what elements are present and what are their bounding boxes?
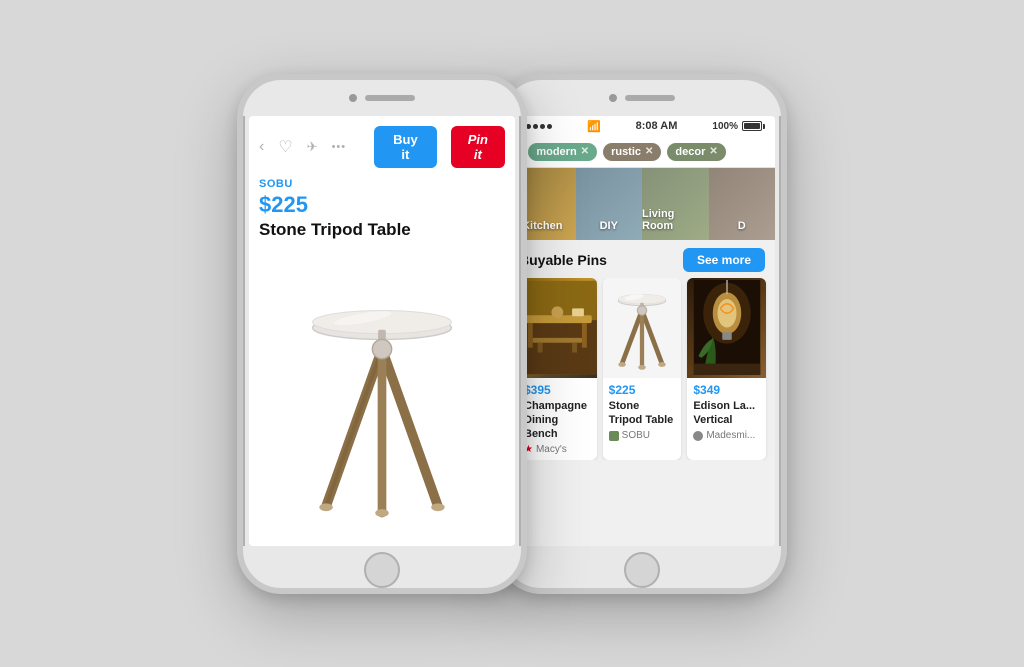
pin-name-3: Edison La... Vertical: [693, 399, 760, 428]
edison-svg: [692, 280, 762, 375]
search-row: ‹ modern ✕ rustic ✕ decor ✕: [509, 137, 775, 168]
pin-price-1: $395: [524, 383, 591, 397]
product-name: Stone Tripod Table: [259, 220, 505, 240]
living-label: Living Room: [642, 208, 709, 232]
left-screen: ‹ ♡ ✈ ••• Buy it Pin it SOBU $225 Stone …: [249, 116, 515, 546]
see-more-button[interactable]: See more: [683, 248, 765, 272]
tag-modern-remove[interactable]: ✕: [581, 146, 589, 157]
pin-image-1: [518, 278, 597, 378]
tag-modern-label: modern: [536, 146, 576, 158]
product-brand: SOBU: [259, 178, 505, 190]
pin-card-2[interactable]: $225 Stone Tripod Table SOBU: [603, 278, 682, 461]
tag-rustic[interactable]: rustic ✕: [603, 143, 661, 161]
pin-info-2: $225 Stone Tripod Table SOBU: [603, 378, 682, 447]
right-screen: 📶 8:08 AM 100% ‹: [509, 116, 775, 546]
right-speaker: [625, 95, 675, 101]
signal-dot-5: [547, 124, 552, 129]
pin-card-3[interactable]: $349 Edison La... Vertical Madesmi...: [687, 278, 766, 461]
diy-label: DIY: [600, 220, 618, 232]
category-more[interactable]: D: [709, 168, 776, 240]
tag-decor[interactable]: decor ✕: [667, 143, 725, 161]
right-phone-top-bar: [503, 80, 781, 116]
buy-button[interactable]: Buy it: [374, 126, 437, 168]
pin-store-label-2: SOBU: [622, 430, 650, 441]
more-label: D: [738, 220, 746, 232]
pin-store-3: Madesmi...: [693, 430, 760, 441]
pin-store-label-1: Macy's: [536, 444, 567, 455]
speaker: [365, 95, 415, 101]
status-bar: 📶 8:08 AM 100%: [509, 116, 775, 137]
pin-info-1: $395 Champagne Dining Bench ★ Macy's: [518, 378, 597, 461]
status-time: 8:08 AM: [636, 120, 678, 132]
heart-icon[interactable]: ♡: [278, 137, 292, 157]
product-price: $225: [259, 192, 505, 218]
dining-bench-svg: [518, 280, 597, 375]
tripod-small-svg: [607, 280, 677, 375]
pin-image-2: [603, 278, 682, 378]
pin-price-3: $349: [693, 383, 760, 397]
category-living-room[interactable]: Living Room: [642, 168, 709, 240]
category-diy[interactable]: DIY: [576, 168, 643, 240]
camera: [349, 94, 357, 102]
signal-dot-3: [533, 124, 538, 129]
battery-tip: [763, 124, 765, 129]
tag-rustic-label: rustic: [611, 146, 641, 158]
pins-grid: $395 Champagne Dining Bench ★ Macy's: [509, 278, 775, 461]
right-camera: [609, 94, 617, 102]
tag-decor-label: decor: [675, 146, 705, 158]
battery-bar: [742, 121, 762, 131]
tag-decor-remove[interactable]: ✕: [709, 146, 717, 157]
right-power[interactable]: [784, 195, 787, 231]
kitchen-label: Kitchen: [522, 220, 562, 232]
tag-rustic-remove[interactable]: ✕: [645, 146, 653, 157]
wifi-icon: 📶: [587, 120, 601, 133]
more-icon[interactable]: •••: [332, 141, 347, 153]
home-button[interactable]: [364, 552, 400, 588]
share-icon[interactable]: ✈: [307, 139, 318, 155]
pin-store-1: ★ Macy's: [524, 444, 591, 455]
pin-name-1: Champagne Dining Bench: [524, 399, 591, 442]
right-screen-content: 📶 8:08 AM 100% ‹: [509, 116, 775, 546]
categories-row: Kitchen DIY Living Room D: [509, 168, 775, 240]
back-icon[interactable]: ‹: [259, 138, 264, 156]
battery-pct: 100%: [712, 121, 738, 132]
pin-price-2: $225: [609, 383, 676, 397]
tag-modern[interactable]: modern ✕: [528, 143, 597, 161]
buyable-pins-title: Buyable Pins: [519, 252, 607, 268]
vol-down-button[interactable]: [237, 215, 240, 241]
right-home-button[interactable]: [624, 552, 660, 588]
left-phone: ‹ ♡ ✈ ••• Buy it Pin it SOBU $225 Stone …: [237, 74, 527, 594]
vol-up-button[interactable]: [237, 180, 240, 206]
sobu-icon: [609, 431, 619, 441]
phone-top-bar: [243, 80, 521, 116]
battery-fill: [744, 123, 760, 129]
phone-bottom: [243, 546, 521, 594]
signal-dot-4: [540, 124, 545, 129]
buyable-pins-header: Buyable Pins See more: [509, 240, 775, 278]
pin-card-1[interactable]: $395 Champagne Dining Bench ★ Macy's: [518, 278, 597, 461]
made-icon: [693, 431, 703, 441]
product-image: [259, 250, 505, 540]
power-button[interactable]: [524, 195, 527, 231]
status-right: 100%: [712, 121, 765, 132]
pin-button[interactable]: Pin it: [451, 126, 505, 168]
pin-image-3: [687, 278, 766, 378]
pin-name-2: Stone Tripod Table: [609, 399, 676, 428]
pin-store-2: SOBU: [609, 430, 676, 441]
phones-container: ‹ ♡ ✈ ••• Buy it Pin it SOBU $225 Stone …: [237, 74, 787, 594]
right-phone: 📶 8:08 AM 100% ‹: [497, 74, 787, 594]
tripod-table-image: [282, 270, 482, 540]
pin-store-label-3: Madesmi...: [706, 430, 755, 441]
right-phone-bottom: [503, 546, 781, 594]
pin-info-3: $349 Edison La... Vertical Madesmi...: [687, 378, 766, 447]
pin-it-label: Pin it: [468, 132, 488, 162]
left-toolbar: ‹ ♡ ✈ ••• Buy it Pin it: [259, 126, 505, 168]
left-screen-content: ‹ ♡ ✈ ••• Buy it Pin it SOBU $225 Stone …: [249, 116, 515, 546]
